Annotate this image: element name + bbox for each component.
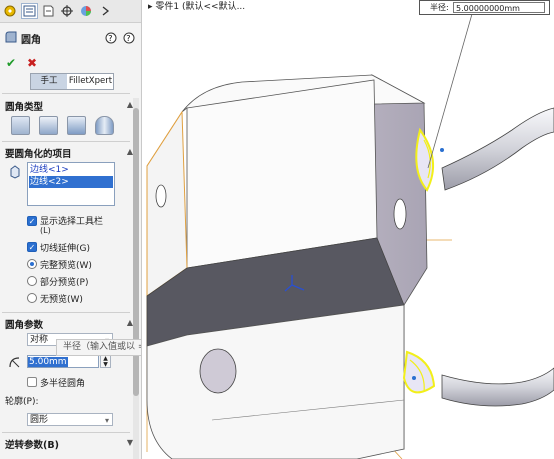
list-item[interactable]: 边线<2> [29,176,113,188]
feature-title: 圆角 [21,35,41,46]
face-fillet-icon[interactable] [67,116,86,135]
tab-more-arrow[interactable] [97,3,114,19]
block-front-face [186,79,378,269]
chevron-right-icon [102,6,110,16]
upper-pipe [441,107,554,191]
breadcrumb[interactable]: ▸ 零件1 (默认<<默认... [148,0,245,12]
property-manager-icon [23,5,36,17]
constant-size-fillet-icon[interactable] [11,116,30,135]
radius-callout[interactable]: 半径: 5.00000000mm [419,0,550,15]
filletxpert-tab[interactable]: FilletXpert [68,74,113,89]
fillet-method-value: 对称 [30,335,49,345]
tangent-propagation-checkbox[interactable]: ✓ [27,242,37,252]
manager-tab-bar [0,0,141,23]
callout-value[interactable]: 5.00000000mm [453,2,545,13]
partial-preview-radio[interactable] [27,276,37,286]
partial-preview-label: 部分预览(P) [40,278,89,288]
multi-radius-label: 多半径圆角 [40,379,86,389]
fillet-preview-lower [402,350,436,394]
model-view [146,13,554,459]
section-fillet-type-header[interactable]: 圆角类型 [5,99,43,113]
tangent-propagation-label: 切线延伸(G) [40,244,90,254]
show-toolbar-checkbox[interactable]: ✓ [27,216,37,226]
divider [2,312,130,313]
lower-pipe [441,367,554,407]
full-round-fillet-icon[interactable] [95,116,114,135]
callout-label: 半径: [430,3,449,12]
fillet-icon [5,31,17,43]
display-manager-icon [81,6,91,16]
edge-selection-list[interactable]: 边线<1> 边线<2> [27,162,115,206]
tab-feature-manager[interactable] [2,3,19,19]
chevron-down-icon: ▾ [104,416,109,425]
divider [2,432,130,433]
tab-configuration-manager[interactable] [40,3,57,19]
svg-text:?: ? [108,34,112,43]
ok-check-icon[interactable]: ✔ [6,56,16,70]
no-preview-radio[interactable] [27,293,37,303]
variable-size-fillet-icon[interactable] [39,116,58,135]
hole [199,348,237,394]
profile-value: 圆形 [30,415,49,425]
feature-title-row: 圆角 ? ? [4,30,138,46]
tab-property-manager[interactable] [21,3,38,19]
list-item[interactable]: 边线<1> [29,164,113,176]
panel-scrollbar[interactable] [133,98,139,459]
profile-select[interactable]: 圆形 ▾ [27,413,113,426]
feature-manager-icon [4,5,16,17]
tab-dimxpert-manager[interactable] [59,3,76,19]
edge-selection-icon [10,165,20,179]
section-items-header[interactable]: 要圆角化的项目 [5,146,72,160]
manual-tab[interactable]: 手工 [31,74,67,89]
svg-text:?: ? [126,34,130,43]
block-left-face [146,110,188,297]
radius-value: 5.00mm [28,357,68,367]
divider [2,93,130,94]
radius-input[interactable]: 5.00mm [27,355,99,368]
hole [393,198,407,230]
multi-radius-checkbox[interactable] [27,377,37,387]
part-breadcrumb-label: 零件1 (默认<<默认... [155,2,246,12]
selection-point [440,148,444,152]
callout-leader-line [427,13,473,169]
radius-spinner[interactable]: ▲ ▼ [100,355,111,368]
divider [2,141,130,142]
property-manager: 圆角 ? ? ✔ ✖ 手工 FilletXpert 圆角类型 ▲ 要圆角化的项目… [0,0,142,459]
detailed-help-icon[interactable]: ? [123,32,135,44]
hole [155,184,167,208]
full-preview-radio[interactable] [27,259,37,269]
section-reverse-params-header[interactable]: 逆转参数(B) [5,437,59,451]
radius-tooltip: 半径（输入值或以 = 开始，以创建方程式） [56,339,141,356]
show-toolbar-shortcut: (L) [40,226,51,235]
full-preview-label: 完整预览(W) [40,261,92,271]
radius-icon [9,357,20,368]
tab-display-manager[interactable] [78,3,95,19]
profile-label: 轮廓(P): [5,397,39,407]
graphics-area[interactable]: ▸ 零件1 (默认<<默认... 半径: 5.00000000mm [142,0,554,459]
section-fillet-params-header[interactable]: 圆角参数 [5,317,43,331]
crosshair-icon [61,5,73,17]
configuration-manager-icon [43,5,54,17]
no-preview-label: 无预览(W) [40,295,83,305]
help-icon[interactable]: ? [105,32,117,44]
fillet-mode-toggle: 手工 FilletXpert [30,73,114,90]
selection-point [412,376,416,380]
cancel-x-icon[interactable]: ✖ [27,56,37,70]
